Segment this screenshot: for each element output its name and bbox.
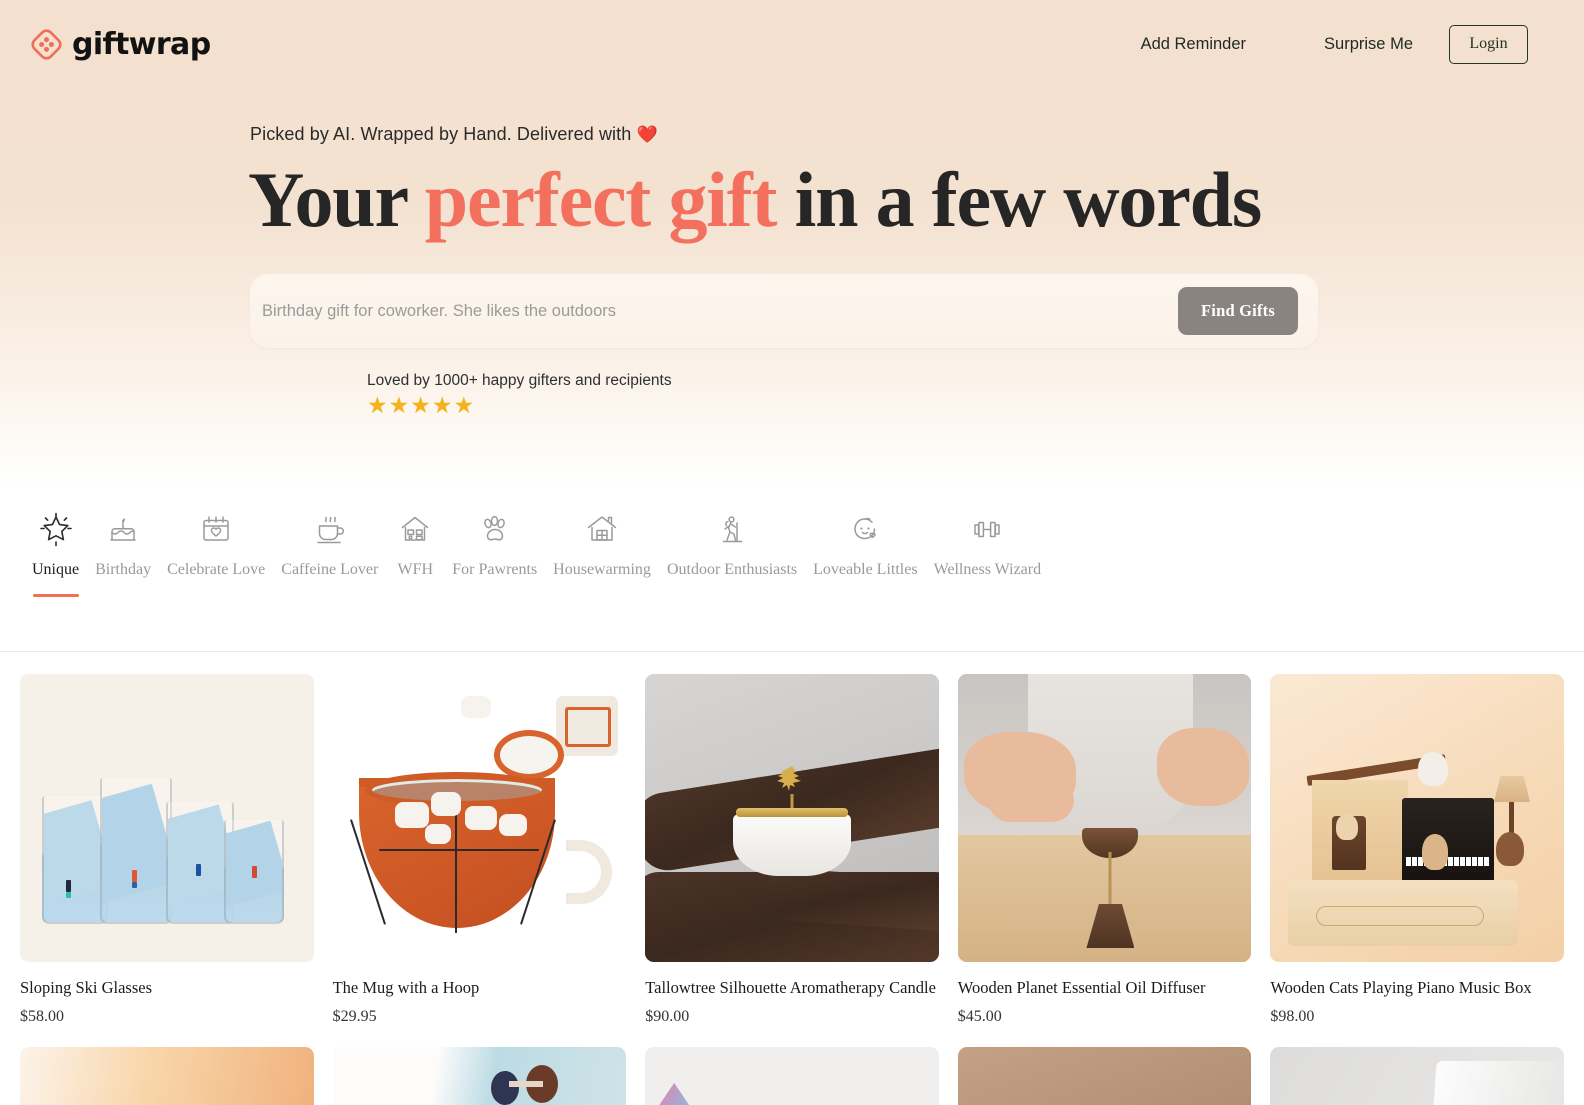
gift-search-bar[interactable]: Find Gifts (250, 274, 1318, 348)
rating-stars: ★★★★★ (367, 392, 476, 418)
product-card[interactable]: Wooden Planet Essential Oil Diffuser $45… (957, 674, 1252, 1026)
category-tab-wellness-wizard[interactable]: Wellness Wizard (926, 507, 1050, 579)
coffee-cup-icon (309, 507, 351, 551)
hero-section: giftwrap Add Reminder Surprise Me Login … (0, 0, 1584, 492)
product-card[interactable]: Sloping Ski Glasses $58.00 (20, 674, 314, 1026)
product-price: $90.00 (645, 1008, 690, 1025)
category-label: Unique (32, 561, 80, 578)
category-tab-outdoor-enthusiasts[interactable]: Outdoor Enthusiasts (659, 507, 805, 579)
category-label: Loveable Littles (813, 561, 918, 578)
category-label: WFH (397, 561, 434, 578)
tan-leather-photo[interactable] (957, 1047, 1252, 1105)
dumbbell-toy-photo[interactable] (332, 1047, 627, 1105)
sparkle-star-icon (35, 507, 77, 551)
house-icon (581, 507, 623, 551)
basketball-mug-photo (332, 674, 627, 962)
active-tab-underline (32, 594, 79, 597)
headline-part-1: Your (248, 156, 425, 243)
category-label: Birthday (95, 561, 152, 578)
site-header: giftwrap Add Reminder Surprise Me Login (0, 0, 1584, 88)
paw-print-icon (474, 507, 516, 551)
main-nav: Add Reminder Surprise Me Login (1141, 24, 1584, 64)
category-tabs: Unique Birthday Celebrate Love Caffeine … (0, 492, 1584, 652)
product-title: Tallowtree Silhouette Aromatherapy Candl… (645, 978, 936, 997)
category-label: Caffeine Lover (281, 561, 379, 578)
category-label: Wellness Wizard (933, 561, 1042, 578)
category-tab-birthday[interactable]: Birthday (87, 507, 159, 579)
heart-icon: ❤️ (636, 125, 658, 144)
category-tab-loveable-littles[interactable]: Loveable Littles (805, 507, 925, 579)
headline-accent: perfect gift (424, 156, 778, 243)
category-label: Outdoor Enthusiasts (666, 561, 798, 578)
hero-kicker: Picked by AI. Wrapped by Hand. Delivered… (250, 124, 658, 145)
giftwrap-diamond-icon (30, 28, 63, 61)
headline-part-2: in a few words (776, 156, 1263, 243)
social-proof-text: Loved by 1000+ happy gifters and recipie… (367, 372, 672, 389)
category-tab-celebrate-love[interactable]: Celebrate Love (159, 507, 273, 579)
category-label: For Pawrents (452, 561, 538, 578)
login-button[interactable]: Login (1449, 24, 1528, 64)
category-label: Housewarming (553, 561, 651, 578)
brand-logo[interactable]: giftwrap (30, 27, 211, 62)
product-title: The Mug with a Hoop (332, 978, 480, 997)
product-title: Wooden Planet Essential Oil Diffuser (957, 978, 1206, 997)
product-grid-next-row (0, 1047, 1584, 1105)
hero-kicker-text: Picked by AI. Wrapped by Hand. Delivered… (250, 124, 632, 144)
page-title: Your perfect gift in a few words (248, 156, 1263, 243)
hiker-icon (711, 507, 753, 551)
product-price: $45.00 (957, 1008, 1002, 1025)
search-input[interactable] (250, 301, 1178, 321)
find-gifts-button[interactable]: Find Gifts (1178, 287, 1298, 335)
home-office-icon (394, 507, 436, 551)
cats-music-box-photo (1270, 674, 1564, 962)
product-price: $58.00 (20, 1008, 64, 1025)
oil-diffuser-photo (957, 674, 1252, 962)
product-card[interactable]: Tallowtree Silhouette Aromatherapy Candl… (645, 674, 939, 1026)
birthday-cake-icon (102, 507, 144, 551)
product-title: Sloping Ski Glasses (20, 978, 153, 997)
product-card[interactable]: The Mug with a Hoop $29.95 (332, 674, 627, 1026)
nav-add-reminder[interactable]: Add Reminder (1141, 35, 1246, 54)
dumbbell-icon (966, 507, 1008, 551)
product-title: Wooden Cats Playing Piano Music Box (1270, 978, 1532, 997)
product-price: $29.95 (332, 1008, 377, 1025)
peach-product-photo[interactable] (20, 1047, 314, 1105)
pink-gift-photo[interactable] (645, 1047, 939, 1105)
baby-face-icon (844, 507, 886, 551)
aromatherapy-candle-photo (645, 674, 939, 962)
ski-glasses-photo (20, 674, 314, 962)
product-price: $98.00 (1270, 1008, 1315, 1025)
brand-name: giftwrap (72, 26, 211, 62)
category-tab-for-pawrents[interactable]: For Pawrents (444, 507, 545, 579)
social-proof: Loved by 1000+ happy gifters and recipie… (367, 372, 672, 418)
white-device-photo[interactable] (1270, 1047, 1564, 1105)
nav-surprise-me[interactable]: Surprise Me (1324, 35, 1413, 54)
calendar-heart-icon (195, 507, 237, 551)
product-grid: Sloping Ski Glasses $58.00 The Mug with … (0, 652, 1584, 1026)
category-tab-housewarming[interactable]: Housewarming (545, 507, 659, 579)
product-card[interactable]: Wooden Cats Playing Piano Music Box $98.… (1270, 674, 1564, 1026)
category-tab-unique[interactable]: Unique (24, 507, 87, 597)
category-tab-caffeine-lover[interactable]: Caffeine Lover (273, 507, 386, 579)
category-tab-wfh[interactable]: WFH (386, 507, 444, 579)
category-label: Celebrate Love (167, 561, 266, 578)
